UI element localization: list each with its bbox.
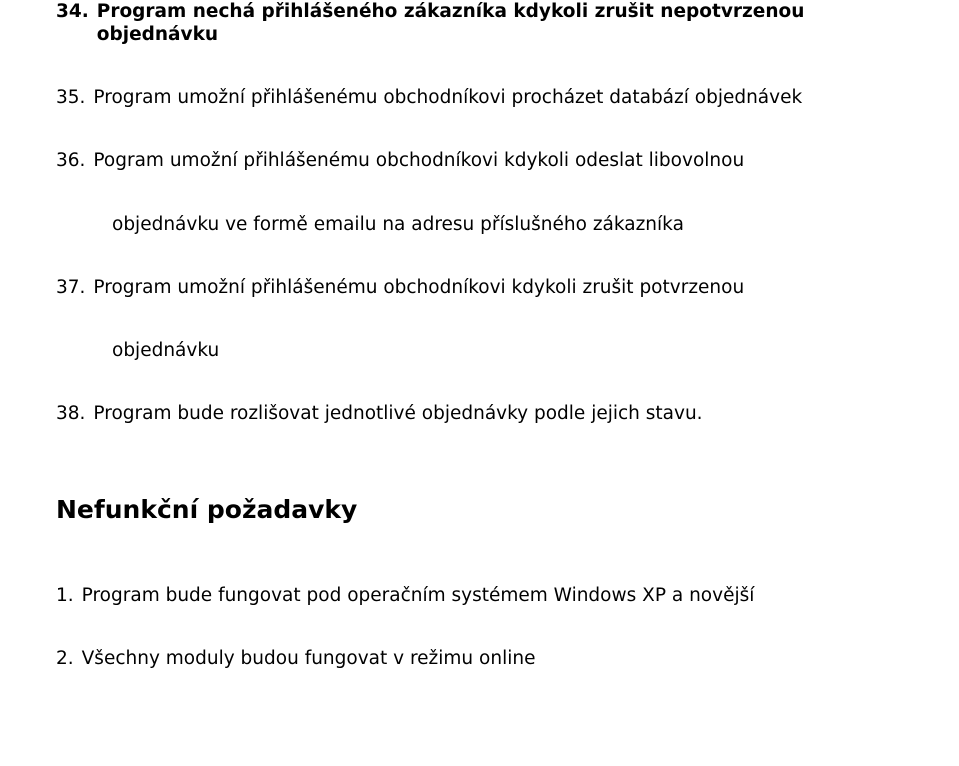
list-number: 1. — [56, 584, 74, 607]
document-page: 34. Program nechá přihlášeného zákazníka… — [0, 0, 959, 670]
list-number: 2. — [56, 647, 74, 670]
list-number: 37. — [56, 276, 85, 299]
list-item-text: Program umožní přihlášenému obchodníkovi… — [93, 276, 744, 299]
list-item: 1. Program bude fungovat pod operačním s… — [56, 584, 903, 607]
list-item: 38. Program bude rozlišovat jednotlivé o… — [56, 402, 903, 425]
list-item: 2. Všechny moduly budou fungovat v režim… — [56, 647, 903, 670]
list-item: 35. Program umožní přihlášenému obchodní… — [56, 86, 903, 109]
list-item-text: Program umožní přihlášenému obchodníkovi… — [93, 86, 802, 109]
list-number: 35. — [56, 86, 85, 109]
list-item-continuation: objednávku — [112, 339, 903, 362]
list-item-text: Pogram umožní přihlášenému obchodníkovi … — [93, 149, 744, 172]
list-item-text: Všechny moduly budou fungovat v režimu o… — [82, 647, 536, 670]
list-item-text: Program bude rozlišovat jednotlivé objed… — [93, 402, 702, 425]
list-item-text: Program nechá přihlášeného zákazníka kdy… — [97, 0, 903, 46]
list-item-text: Program bude fungovat pod operačním syst… — [82, 584, 755, 607]
list-number: 38. — [56, 402, 85, 425]
list-number: 36. — [56, 149, 85, 172]
list-item: 34. Program nechá přihlášeného zákazníka… — [56, 0, 903, 46]
list-item: 37. Program umožní přihlášenému obchodní… — [56, 276, 903, 299]
list-item-continuation: objednávku ve formě emailu na adresu pří… — [112, 213, 903, 236]
list-number: 34. — [56, 0, 89, 23]
section-heading: Nefunkční požadavky — [56, 495, 903, 524]
list-item: 36. Pogram umožní přihlášenému obchodník… — [56, 149, 903, 172]
